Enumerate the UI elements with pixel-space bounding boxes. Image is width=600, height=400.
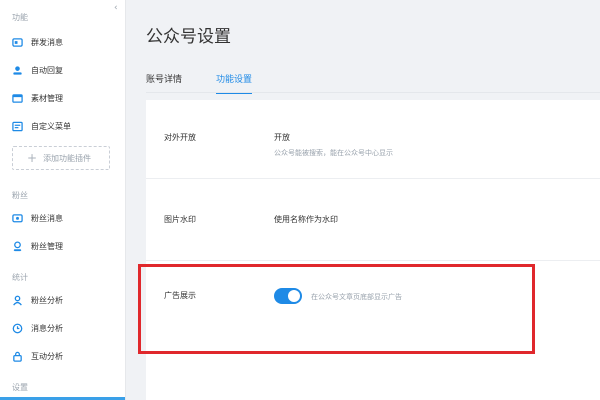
lock-icon xyxy=(12,351,23,362)
section-label-settings: 设置 xyxy=(12,383,28,392)
sidebar-item-label: 互动分析 xyxy=(31,351,63,361)
page-title: 公众号设置 xyxy=(146,27,231,47)
section-label-features: 功能 xyxy=(12,13,28,22)
settings-panel: 对外开放 开放 公众号能被搜索，能在公众号中心显示 图片水印 使用名称作为水印 … xyxy=(146,100,600,400)
row-divider xyxy=(146,260,600,261)
add-plugin-button[interactable]: + 添加功能插件 xyxy=(12,146,110,170)
ads-setting-description: 在公众号文章页底部显示广告 xyxy=(311,293,402,301)
section-label-fans: 粉丝 xyxy=(12,191,28,200)
ads-setting-label: 广告展示 xyxy=(164,291,196,300)
tab-feature-settings[interactable]: 功能设置 xyxy=(216,72,253,94)
collapse-sidebar-icon[interactable]: ‹ xyxy=(114,3,118,13)
menu-icon xyxy=(12,121,23,132)
open-setting-description: 公众号能被搜索，能在公众号中心显示 xyxy=(274,149,393,157)
main-content: 公众号设置 账号详情 功能设置 对外开放 开放 公众号能被搜索，能在公众号中心显… xyxy=(126,0,600,400)
open-setting-value: 开放 xyxy=(274,133,290,142)
user-reply-icon xyxy=(12,65,23,76)
sidebar-item-label: 自定义菜单 xyxy=(31,121,71,131)
sidebar-item-label: 素材管理 xyxy=(31,93,63,103)
sidebar-item-fan-messages[interactable]: 粉丝消息 xyxy=(12,210,63,226)
people-icon xyxy=(12,240,23,252)
section-label-stats: 统计 xyxy=(12,273,28,282)
sidebar-item-fan-manage[interactable]: 粉丝管理 xyxy=(12,238,63,254)
sidebar-item-label: 粉丝分析 xyxy=(31,295,63,305)
person-icon xyxy=(12,295,23,306)
tabs-divider xyxy=(146,92,600,93)
sidebar-item-label: 群发消息 xyxy=(31,37,63,47)
sidebar-item-message-analysis[interactable]: 消息分析 xyxy=(12,320,63,336)
tab-account-details[interactable]: 账号详情 xyxy=(146,72,182,94)
sidebar-item-label: 自动回复 xyxy=(31,65,63,75)
row-divider xyxy=(146,178,600,179)
sidebar-item-material[interactable]: 素材管理 xyxy=(12,90,63,106)
message-icon xyxy=(12,37,23,48)
watermark-setting-label: 图片水印 xyxy=(164,215,196,224)
sidebar-item-custom-menu[interactable]: 自定义菜单 xyxy=(12,118,71,134)
tabs: 账号详情 功能设置 xyxy=(146,72,286,94)
ads-toggle-switch[interactable] xyxy=(274,288,302,304)
sidebar-item-auto-reply[interactable]: 自动回复 xyxy=(12,62,63,78)
toggle-knob xyxy=(288,290,300,302)
folder-icon xyxy=(12,93,23,104)
sidebar-item-fan-analysis[interactable]: 粉丝分析 xyxy=(12,292,63,308)
clock-icon xyxy=(12,323,23,334)
sidebar-item-interaction-analysis[interactable]: 互动分析 xyxy=(12,348,63,364)
sidebar: ‹ 功能 群发消息 自动回复 素材管理 自定义菜单 + 添加功能插件 粉丝 粉丝… xyxy=(0,0,126,400)
watermark-setting-value: 使用名称作为水印 xyxy=(274,215,338,224)
chat-icon xyxy=(12,213,23,224)
open-setting-label: 对外开放 xyxy=(164,133,196,142)
sidebar-item-label: 粉丝管理 xyxy=(31,241,63,251)
sidebar-item-label: 粉丝消息 xyxy=(31,213,63,223)
sidebar-item-mass-send[interactable]: 群发消息 xyxy=(12,34,63,50)
plus-icon: + xyxy=(27,151,38,165)
add-plugin-label: 添加功能插件 xyxy=(43,153,92,163)
sidebar-item-label: 消息分析 xyxy=(31,323,63,333)
